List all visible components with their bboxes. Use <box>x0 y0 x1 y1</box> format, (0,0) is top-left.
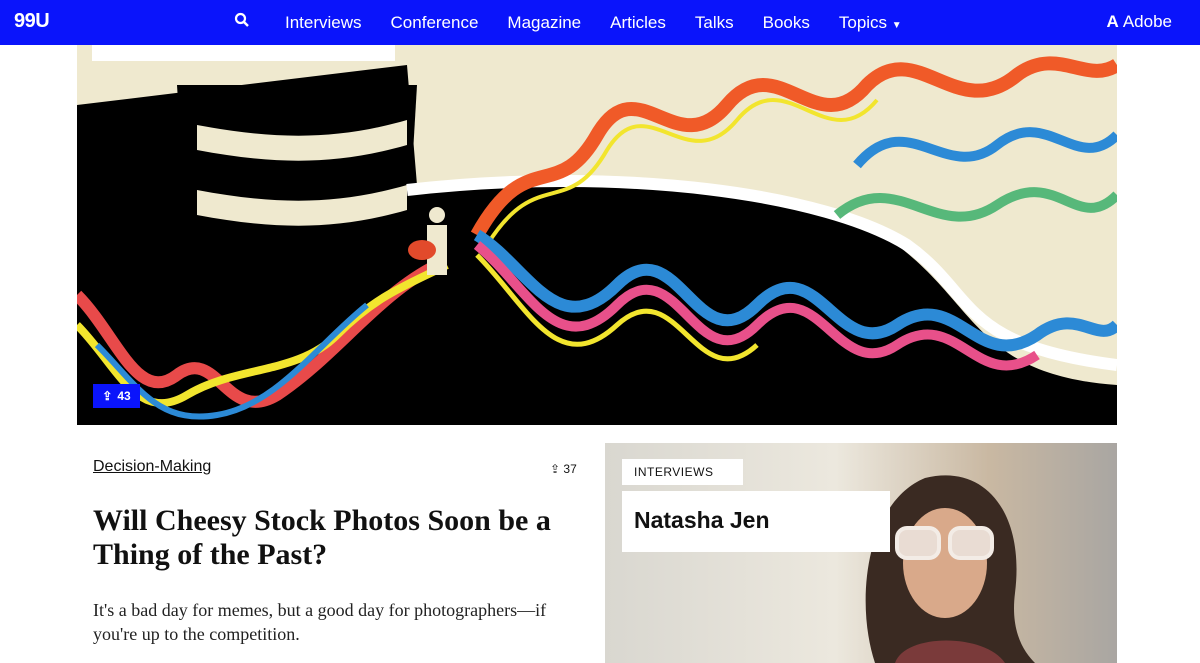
article-title[interactable]: Will Cheesy Stock Photos Soon be a Thing… <box>93 504 593 572</box>
nav-conference[interactable]: Conference <box>391 13 479 33</box>
hero-artwork <box>77 56 1117 425</box>
share-icon: ⇪ <box>550 462 564 476</box>
article-category-link[interactable]: Decision-Making <box>93 458 211 476</box>
nav-books[interactable]: Books <box>763 13 810 33</box>
article-description: It's a bad day for memes, but a good day… <box>93 600 547 644</box>
hero-share-button[interactable]: ⇪ 43 <box>93 384 140 408</box>
feature-category-label[interactable]: INTERVIEWS <box>622 459 743 485</box>
top-nav: 99U Interviews Conference Magazine Artic… <box>0 0 1200 45</box>
article-share-count: 37 <box>563 462 577 476</box>
search-icon[interactable] <box>234 12 250 28</box>
nav-magazine[interactable]: Magazine <box>507 13 581 33</box>
adobe-link[interactable]: A Adobe <box>1106 12 1172 32</box>
hero-illustration[interactable] <box>77 45 1117 425</box>
nav-articles[interactable]: Articles <box>610 13 666 33</box>
adobe-label: Adobe <box>1122 12 1172 31</box>
logo[interactable]: 99U <box>14 10 50 33</box>
feature-title[interactable]: Natasha Jen <box>622 491 890 552</box>
hero-overlay-tab <box>92 45 395 61</box>
adobe-logo-icon: A <box>1106 12 1123 31</box>
nav-topics-label: Topics <box>838 12 888 32</box>
share-icon: ⇪ <box>102 389 113 403</box>
nav-topics[interactable]: Topics ▼ <box>839 13 902 33</box>
nav-talks[interactable]: Talks <box>695 13 734 33</box>
nav-interviews[interactable]: Interviews <box>285 13 362 33</box>
caret-down-icon: ▼ <box>891 19 902 31</box>
article-share-button[interactable]: ⇪ 37 <box>550 462 577 476</box>
hero-share-count: 43 <box>117 389 131 403</box>
